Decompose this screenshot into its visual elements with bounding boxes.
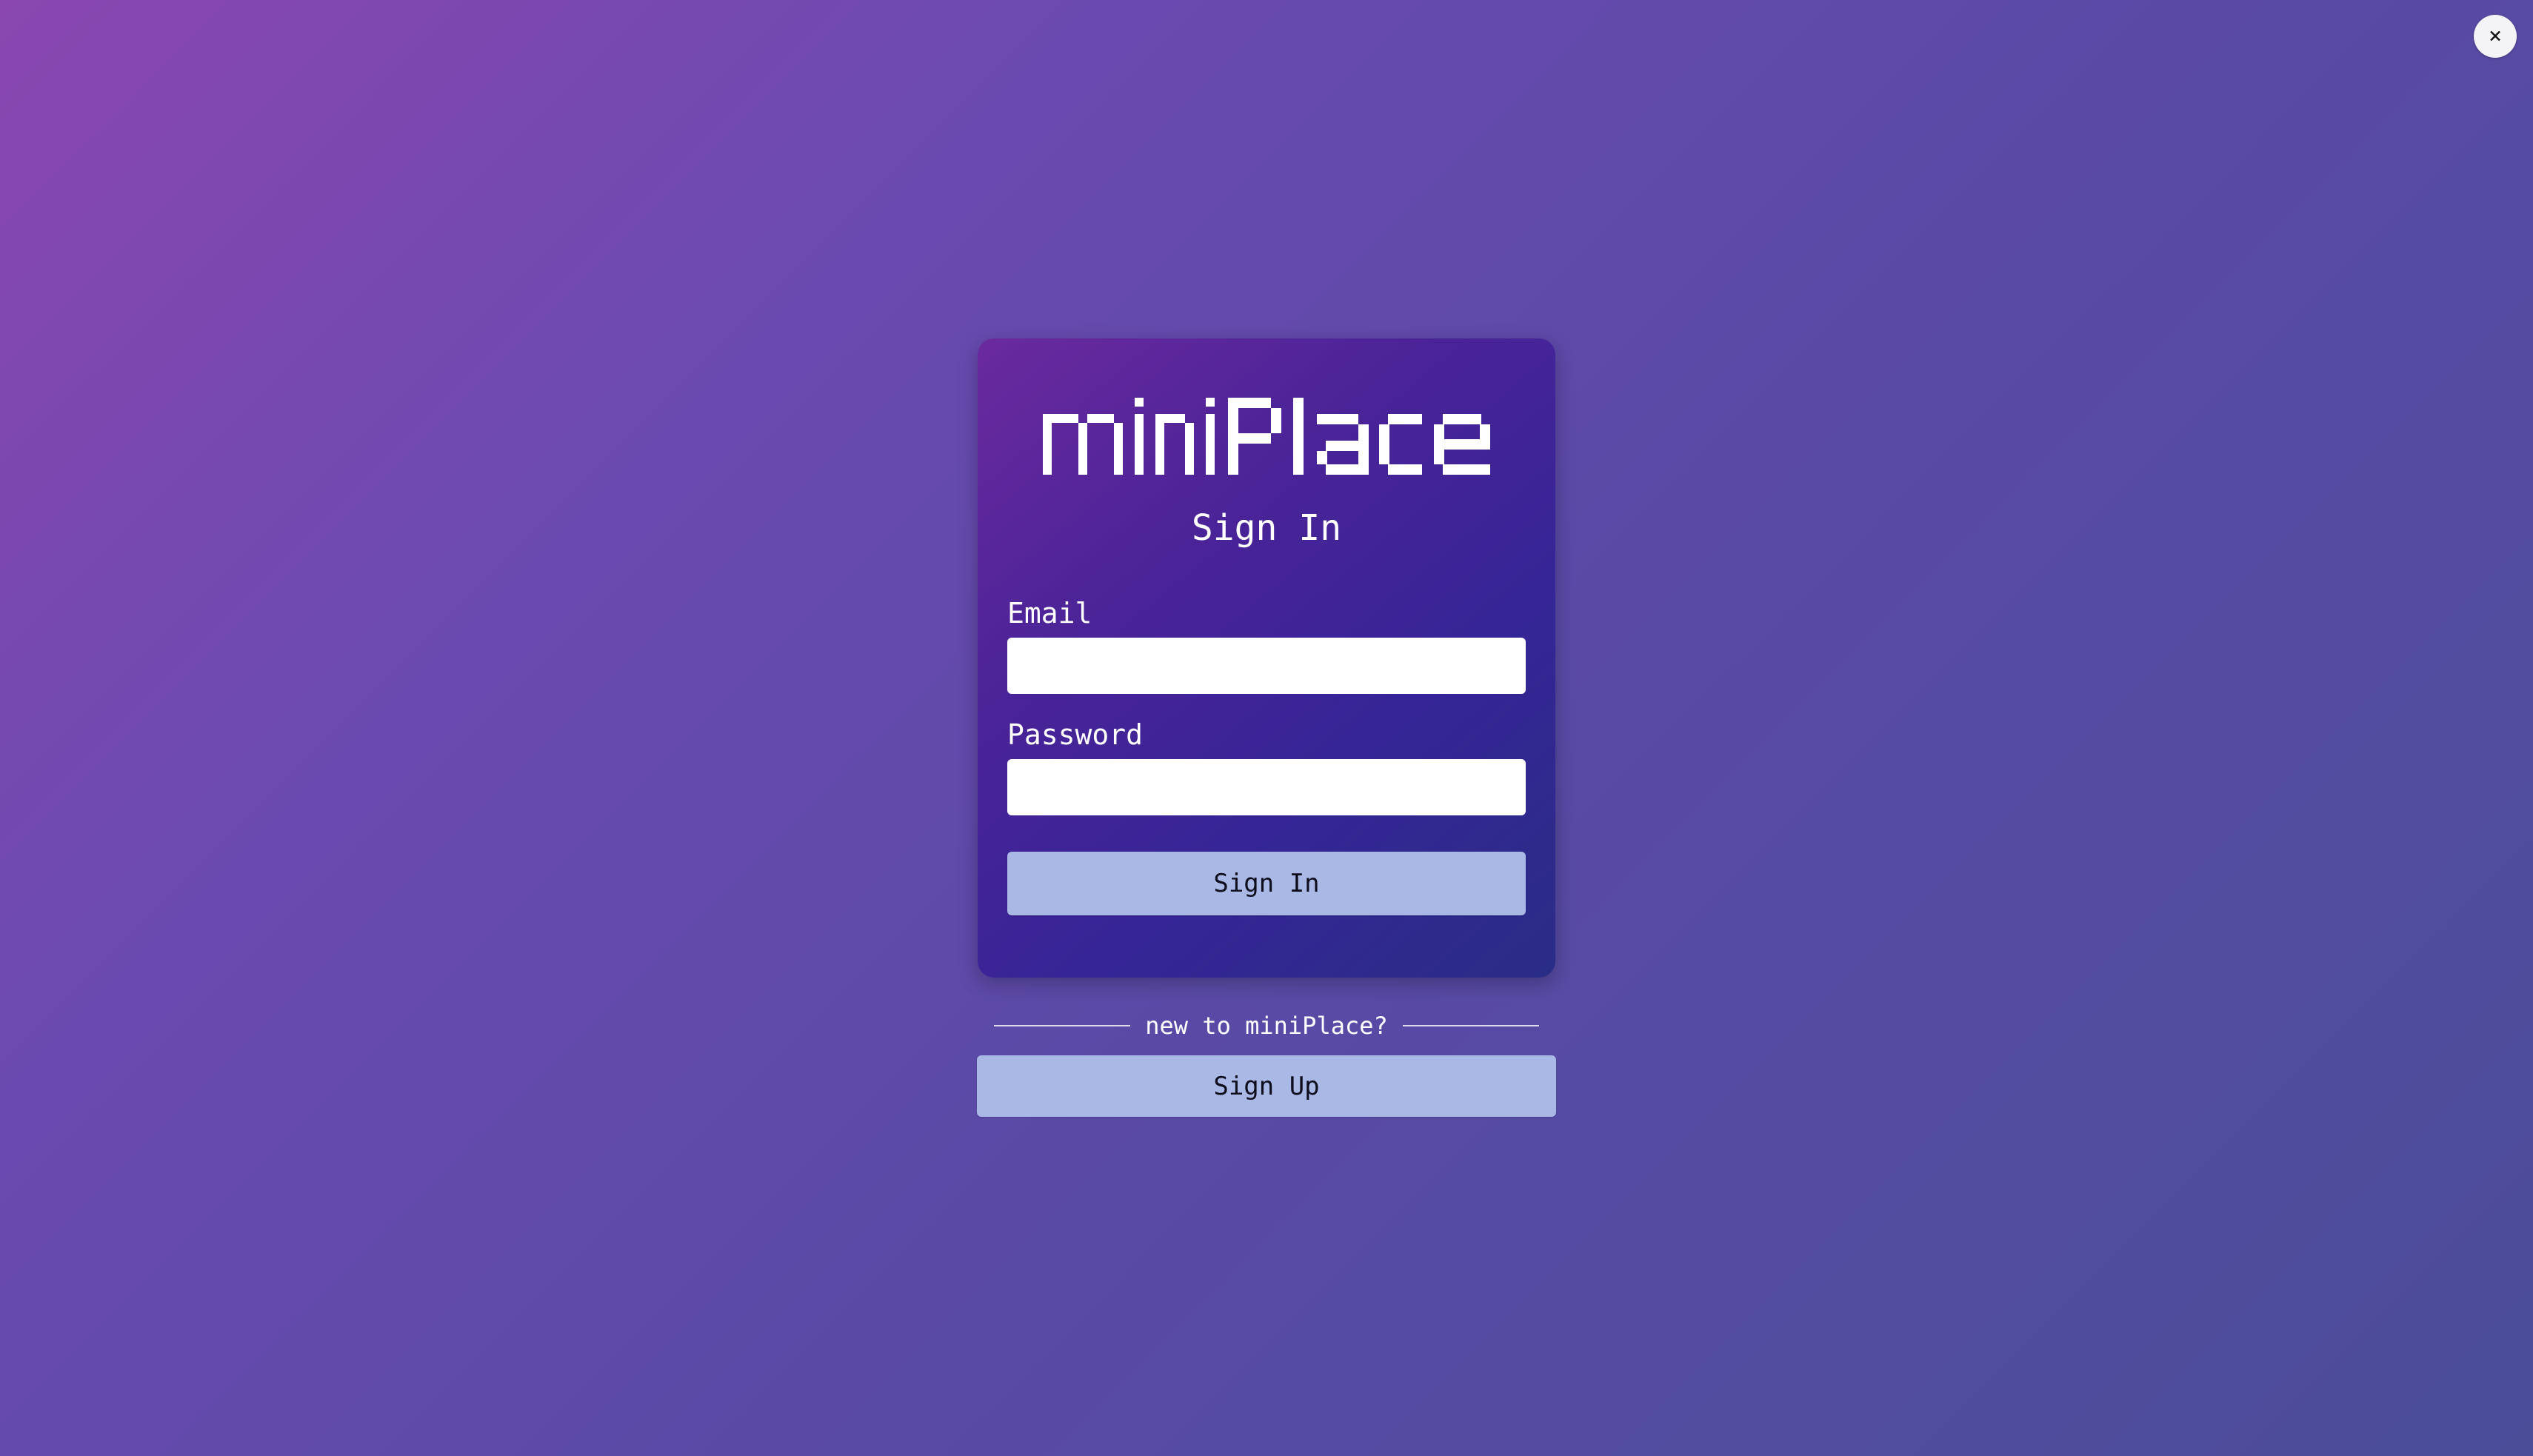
sign-up-button[interactable]: Sign Up xyxy=(977,1055,1556,1117)
email-label: Email xyxy=(1007,597,1092,630)
divider-line-right xyxy=(1402,1025,1540,1026)
close-icon: × xyxy=(2488,23,2503,49)
sign-up-button-label: Sign Up xyxy=(1213,1071,1320,1101)
sign-in-button[interactable]: Sign In xyxy=(1007,852,1526,915)
close-button[interactable]: × xyxy=(2474,15,2517,58)
signin-title: Sign In xyxy=(1191,507,1342,549)
password-label: Password xyxy=(1007,718,1144,751)
miniplace-logo xyxy=(1043,398,1490,475)
email-input[interactable] xyxy=(1007,638,1526,694)
sign-in-button-label: Sign In xyxy=(1213,869,1320,898)
password-input[interactable] xyxy=(1007,759,1526,815)
signin-card: Sign In Email Password Sign In xyxy=(978,338,1555,978)
signup-divider: new to miniPlace? xyxy=(994,1007,1540,1044)
signup-prompt: new to miniPlace? xyxy=(1145,1012,1388,1040)
divider-line-left xyxy=(994,1025,1131,1026)
